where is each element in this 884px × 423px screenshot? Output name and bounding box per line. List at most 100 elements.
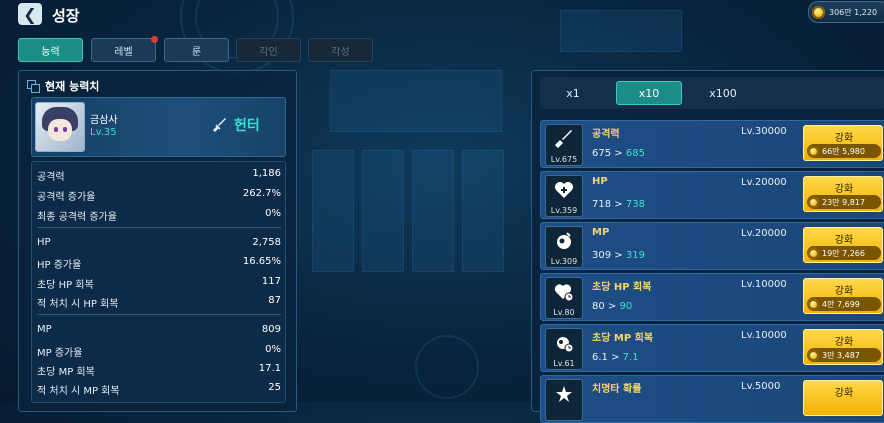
upgrade-icon-box — [545, 379, 583, 421]
sword-icon — [555, 130, 572, 148]
multiplier-x10-button[interactable]: x10 — [616, 81, 682, 105]
stats-list[interactable]: 공격력 1,186 공격력 증가율 262.7% 최종 공격력 증가율 0% HP 2,… — [31, 161, 286, 403]
gold-coin-icon — [808, 349, 819, 361]
stat-row: HP 증가율 16.65% — [37, 256, 281, 271]
upgrade-button-label: 강화 — [834, 235, 854, 246]
upgrade-row-attack: Lv.675 공격력 Lv.30000 675 > 685 강화 66만 5,9… — [540, 120, 884, 168]
upgrade-row-critical: 치명타 확률 Lv.5000 강화 — [540, 375, 884, 423]
upgrade-row-mp: Lv.309 MP Lv.20000 309 > 319 강화 19만 7,26… — [540, 222, 884, 270]
heart-plus-icon — [555, 182, 573, 198]
upgrade-max-level: Lv.20000 — [741, 228, 787, 239]
upgrade-name: 초당 MP 회복 — [592, 333, 654, 344]
divider — [37, 227, 281, 228]
upgrade-values: 6.1 > 7.1 — [592, 352, 639, 363]
tab-label: 레벨 — [114, 46, 133, 58]
stat-row: 공격력 1,186 — [37, 168, 281, 183]
heart-clock-icon — [554, 284, 574, 302]
upgrade-button[interactable]: 강화 66만 5,980 — [803, 125, 883, 161]
tab-label: 능력 — [41, 46, 60, 58]
character-level: Lv.35 — [90, 127, 117, 138]
upgrade-max-level: Lv.5000 — [741, 381, 781, 392]
upgrade-level: Lv.309 — [550, 257, 578, 266]
character-class-label: 헌터 — [234, 118, 260, 134]
stat-row: MP 809 — [37, 324, 281, 335]
back-button[interactable]: ❮ — [18, 3, 42, 25]
stat-row: 적 처치 시 HP 회복 87 — [37, 295, 281, 310]
mana-orb-icon — [557, 232, 571, 249]
stats-panel-header: 현재 능력치 — [27, 78, 99, 94]
upgrade-values: 718 > 738 — [592, 199, 645, 210]
upgrade-name: MP — [592, 227, 610, 238]
upgrade-row-hp-regen: Lv.80 초당 HP 회복 Lv.10000 80 > 90 강화 4만 7,… — [540, 273, 884, 321]
upgrade-max-level: Lv.10000 — [741, 279, 787, 290]
tab-awaken[interactable]: 각성 — [308, 38, 373, 62]
multiplier-x1-button[interactable]: x1 — [540, 81, 606, 105]
gold-amount: 306만 1,220 — [829, 7, 878, 17]
upgrade-icon-box: Lv.675 — [545, 124, 583, 166]
upgrade-level: Lv.61 — [553, 359, 575, 368]
gold-coin-icon — [808, 196, 819, 208]
tab-engrave[interactable]: 각인 — [236, 38, 301, 62]
character-avatar — [35, 102, 85, 152]
gold-currency: 306만 1,220 — [808, 1, 884, 23]
upgrade-button-label: 강화 — [834, 337, 854, 348]
upgrade-values: 80 > 90 — [592, 301, 633, 312]
notification-dot — [151, 36, 158, 43]
upgrade-cost: 66만 5,980 — [807, 144, 881, 158]
tab-ability[interactable]: 능력 — [18, 38, 83, 62]
gold-coin-icon — [808, 247, 819, 259]
tab-label: 각인 — [259, 46, 278, 58]
upgrade-icon-box: Lv.61 — [545, 328, 583, 370]
upgrade-button-label: 강화 — [834, 286, 854, 297]
upgrade-cost: 23만 9,817 — [807, 195, 881, 209]
upgrade-row-hp: Lv.359 HP Lv.20000 718 > 738 강화 23만 9,81… — [540, 171, 884, 219]
stat-row: 공격력 증가율 262.7% — [37, 188, 281, 203]
upgrade-values: 309 > 319 — [592, 250, 645, 261]
upgrade-button-label: 강화 — [834, 184, 854, 195]
character-name: 금삼사 — [90, 115, 118, 126]
upgrade-button[interactable]: 강화 4만 7,699 — [803, 278, 883, 314]
upgrade-name: 공격력 — [592, 129, 620, 140]
stat-row: 초당 HP 회복 117 — [37, 276, 281, 291]
upgrade-name: 초당 HP 회복 — [592, 282, 652, 293]
multiplier-x100-button[interactable]: x100 — [690, 81, 756, 105]
divider — [37, 314, 281, 315]
upgrade-button-label: 강화 — [834, 388, 854, 399]
sword-icon — [213, 118, 226, 132]
page-title: 성장 — [52, 7, 80, 25]
tab-label: 룬 — [191, 46, 202, 58]
upgrade-row-mp-regen: Lv.61 초당 MP 회복 Lv.10000 6.1 > 7.1 강화 3만 … — [540, 324, 884, 372]
upgrade-level: Lv.80 — [553, 308, 575, 317]
upgrade-level: Lv.675 — [550, 155, 578, 164]
stat-row: 초당 MP 회복 17.1 — [37, 363, 281, 378]
upgrade-level: Lv.359 — [550, 206, 578, 215]
upgrade-values: 675 > 685 — [592, 148, 645, 159]
tab-level[interactable]: 레벨 — [91, 36, 158, 62]
upgrade-icon-box: Lv.80 — [545, 277, 583, 319]
upgrade-cost: 19만 7,266 — [807, 246, 881, 260]
character-class: 헌터 — [212, 115, 260, 135]
upgrade-name: 치명타 확률 — [592, 384, 642, 395]
multiplier-selector: x1 x10 x100 — [540, 77, 884, 109]
upgrade-button[interactable]: 강화 23만 9,817 — [803, 176, 883, 212]
gold-coin-icon — [812, 5, 825, 19]
tab-label: 각성 — [331, 46, 350, 58]
upgrade-button[interactable]: 강화 19만 7,266 — [803, 227, 883, 263]
upgrade-max-level: Lv.30000 — [741, 126, 787, 137]
gold-coin-icon — [808, 298, 819, 310]
tab-rune[interactable]: 룬 — [164, 38, 229, 62]
upgrade-name: HP — [592, 176, 608, 187]
upgrade-max-level: Lv.10000 — [741, 330, 787, 341]
upgrade-icon-box: Lv.359 — [545, 175, 583, 217]
top-bar: ❮ 성장 306만 1,220 — [0, 0, 884, 30]
stat-row: MP 증가율 0% — [37, 344, 281, 359]
upgrade-button-label: 강화 — [834, 133, 854, 144]
upgrade-max-level: Lv.20000 — [741, 177, 787, 188]
upgrade-icon-box: Lv.309 — [545, 226, 583, 268]
upgrade-button[interactable]: 강화 3만 3,487 — [803, 329, 883, 365]
stat-row: HP 2,758 — [37, 237, 281, 248]
upgrade-panel: x1 x10 x100 Lv.675 공격력 Lv.30000 675 > 68… — [531, 70, 884, 423]
upgrade-button[interactable]: 강화 — [803, 380, 883, 416]
stat-row: 최종 공격력 증가율 0% — [37, 208, 281, 223]
back-arrow-icon: ❮ — [23, 4, 37, 24]
